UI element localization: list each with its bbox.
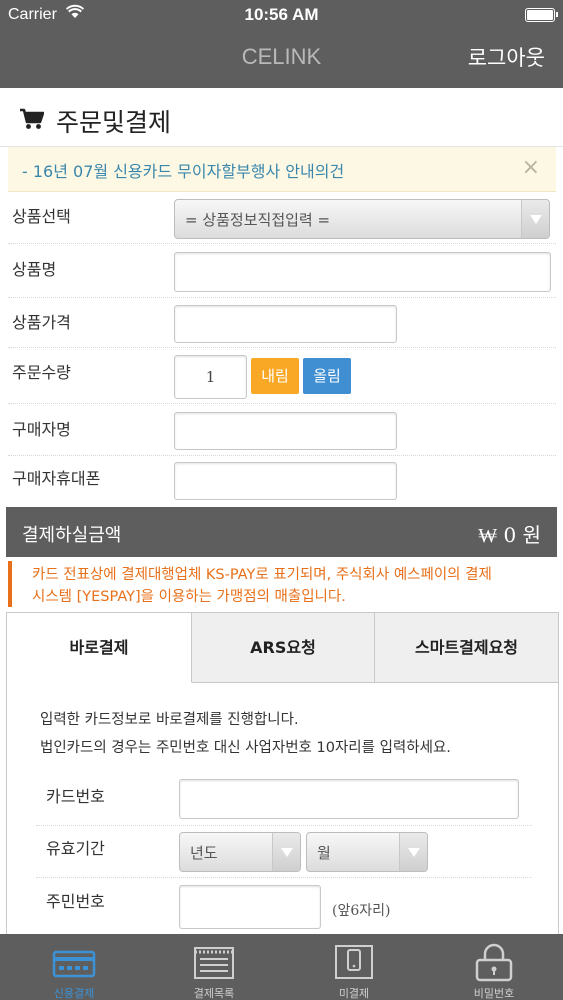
tab-credit-payment[interactable]: 신용결제: [4, 934, 144, 1000]
card-number-input[interactable]: [179, 779, 519, 819]
chevron-down-icon: [272, 833, 300, 871]
notice-banner[interactable]: - 16년 07월 신용카드 무이자할부행사 안내의건 ×: [8, 147, 556, 192]
tab-payment-list-label: 결제목록: [193, 987, 235, 1000]
increase-button[interactable]: 올림: [303, 358, 351, 394]
tab-password-label: 비밀번호: [473, 987, 515, 1000]
tab-unpaid-label: 미결제: [338, 987, 370, 1000]
warning-line-2: 시스템 [YESPAY]을 이용하는 가맹점의 매출입니다.: [32, 589, 346, 605]
lock-icon: [475, 943, 513, 982]
product-select-value: = 상품정보직접입력 =: [185, 211, 331, 229]
buyer-name-input[interactable]: [174, 412, 397, 450]
buyer-phone-input[interactable]: [174, 462, 397, 500]
product-select[interactable]: = 상품정보직접입력 =: [174, 199, 550, 239]
product-name-input[interactable]: [174, 252, 551, 292]
decrease-button[interactable]: 내림: [251, 358, 299, 394]
merchant-warning: 카드 전표상에 결제대행업체 KS-PAY로 표기되며, 주식회사 예스페이의 …: [8, 561, 556, 607]
expiry-label: 유효기간: [46, 839, 105, 858]
tab-ars-request[interactable]: ARS요청: [192, 613, 375, 683]
chevron-down-icon: [521, 200, 549, 238]
tab-direct-payment[interactable]: 바로결제: [7, 613, 192, 683]
product-select-label: 상품선택: [12, 207, 71, 226]
tab-unpaid[interactable]: 미결제: [284, 934, 424, 1000]
warning-line-1: 카드 전표상에 결제대행업체 KS-PAY로 표기되며, 주식회사 예스페이의 …: [32, 567, 492, 583]
page-title: 주문및결제: [56, 108, 172, 137]
id-number-hint: (앞6자리): [332, 903, 391, 919]
logout-button[interactable]: 로그아웃: [468, 42, 545, 72]
card-number-label: 카드번호: [46, 787, 105, 806]
quantity-input[interactable]: 1: [174, 355, 247, 399]
expiry-month-select[interactable]: 월: [306, 832, 428, 872]
bottom-tab-bar: 신용결제 결제목록 미결제 비밀번호: [0, 934, 563, 1000]
buyer-phone-label: 구매자휴대폰: [12, 469, 101, 488]
tab-credit-payment-label: 신용결제: [53, 987, 95, 1000]
amount-value: ₩ 0 원: [478, 523, 541, 547]
cart-icon: [20, 108, 45, 134]
status-time: 10:56 AM: [244, 5, 319, 24]
direct-payment-desc-2: 법인카드의 경우는 주민번호 대신 사업자번호 10자리를 입력하세요.: [40, 740, 451, 756]
quantity-label: 주문수량: [12, 363, 71, 382]
product-price-label: 상품가격: [12, 313, 71, 332]
nav-bar: CELINK 로그아웃: [0, 30, 563, 88]
mobile-icon: [335, 945, 373, 979]
direct-payment-desc-1: 입력한 카드정보로 바로결제를 진행합니다.: [40, 712, 299, 728]
list-icon: [194, 947, 234, 979]
notice-link[interactable]: - 16년 07월 신용카드 무이자할부행사 안내의건: [22, 158, 344, 182]
page-header: 주문및결제: [0, 90, 563, 147]
amount-label: 결제하실금액: [22, 525, 122, 546]
buyer-name-label: 구매자명: [12, 420, 71, 439]
amount-bar: 결제하실금액 ₩ 0 원: [6, 507, 557, 557]
tab-password[interactable]: 비밀번호: [424, 934, 563, 1000]
battery-icon: [525, 8, 558, 22]
card-terminal-icon: [52, 950, 96, 978]
expiry-year-select[interactable]: 년도: [179, 832, 301, 872]
expiry-month-value: 월: [317, 844, 331, 862]
id-number-input[interactable]: [179, 885, 321, 929]
tab-smart-payment[interactable]: 스마트결제요청: [375, 613, 558, 683]
product-price-input[interactable]: [174, 305, 397, 343]
product-name-label: 상품명: [12, 260, 57, 279]
expiry-year-value: 년도: [190, 844, 218, 862]
close-icon[interactable]: ×: [522, 155, 540, 180]
chevron-down-icon: [399, 833, 427, 871]
tab-payment-list[interactable]: 결제목록: [144, 934, 284, 1000]
status-bar: Carrier 10:56 AM: [0, 0, 563, 30]
id-number-label: 주민번호: [46, 892, 105, 911]
